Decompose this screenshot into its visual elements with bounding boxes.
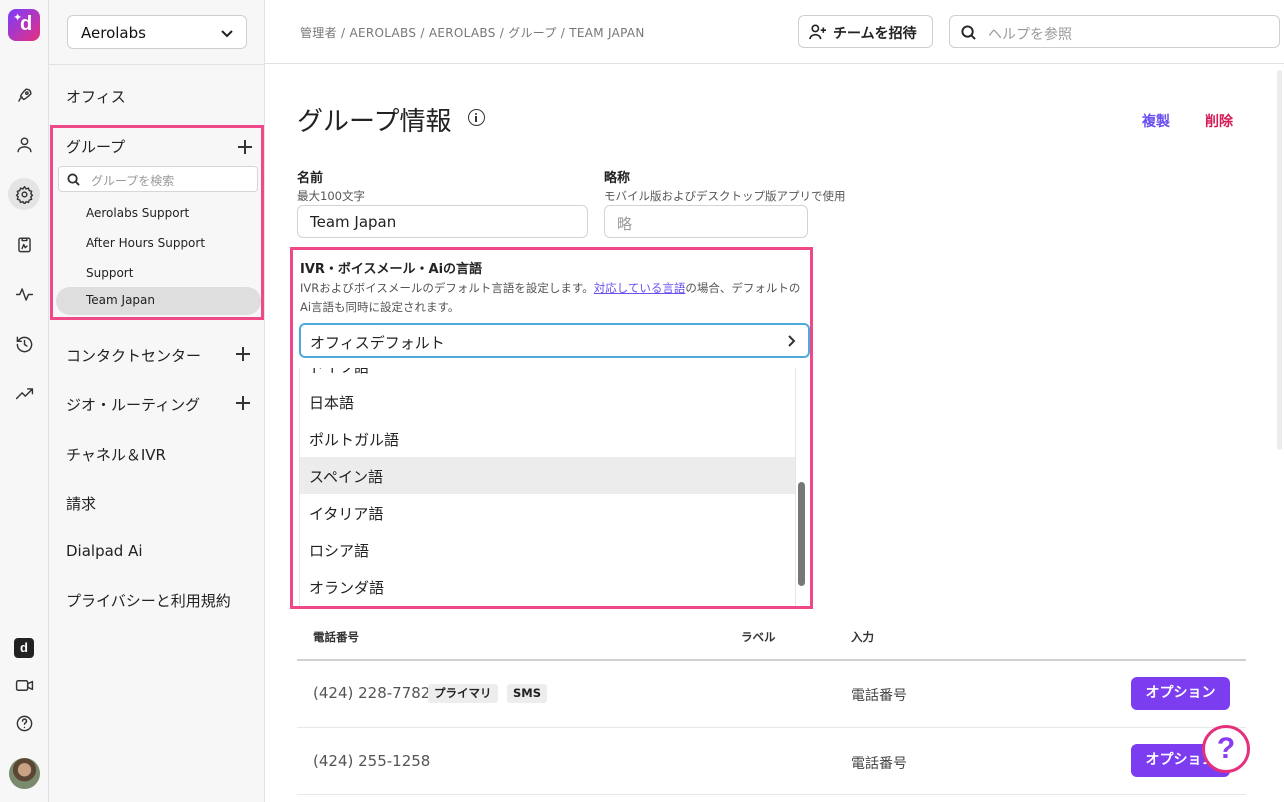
primary-badge: プライマリ [428, 684, 498, 703]
dropdown-scrollbar[interactable] [798, 482, 805, 586]
name-field[interactable]: Team Japan [297, 205, 588, 238]
group-item[interactable]: Aerolabs Support [86, 206, 189, 220]
help-icon[interactable] [8, 707, 40, 739]
language-option-highlighted[interactable]: スペイン語 [300, 457, 795, 494]
gear-icon[interactable] [8, 178, 40, 210]
language-option[interactable]: ポルトガル語 [300, 420, 795, 457]
group-search-placeholder: グループを検索 [91, 174, 175, 188]
table-divider [297, 659, 1246, 661]
language-option[interactable]: ロシア語 [300, 531, 795, 568]
search-icon [67, 173, 80, 186]
history-icon[interactable] [8, 328, 40, 360]
abbr-hint: モバイル版およびデスクトップ版アプリで使用 [604, 189, 846, 203]
name-label: 名前 [297, 171, 324, 186]
rocket-icon[interactable] [8, 79, 40, 111]
user-icon[interactable] [8, 128, 40, 160]
search-icon [961, 25, 976, 40]
page-scrollbar[interactable] [1277, 70, 1282, 450]
language-option[interactable]: イタリア語 [300, 494, 795, 531]
page-title: グループ情報 [297, 107, 452, 137]
language-option-label: スペイン語 [309, 468, 383, 486]
language-desc-text: IVRおよびボイスメールのデフォルト言語を設定します。 [300, 281, 594, 295]
language-description: IVRおよびボイスメールのデフォルト言語を設定します。対応している言語の場合、デ… [300, 279, 810, 317]
sidebar-item-office[interactable]: オフィス [66, 86, 126, 107]
abbr-field[interactable]: 略 [604, 205, 808, 238]
table-header-input: 入力 [851, 630, 874, 644]
duplicate-button[interactable]: 複製 [1142, 111, 1170, 131]
invite-team-button[interactable]: チームを招待 [798, 15, 933, 48]
language-label: IVR・ボイスメール・Aiの言語 [300, 262, 483, 277]
group-item-selected[interactable]: Team Japan [56, 287, 261, 315]
language-option-label: ロシア語 [309, 542, 370, 560]
top-bar: 管理者 / AEROLABS / AEROLABS / グループ / TEAM … [265, 0, 1284, 64]
help-search-input[interactable]: ヘルプを参照 [949, 15, 1280, 48]
dialpad-app-icon[interactable]: d [14, 638, 34, 658]
avatar[interactable] [9, 758, 40, 789]
add-contact-center-plus-icon[interactable] [235, 346, 251, 362]
name-hint: 最大100文字 [297, 189, 365, 203]
chevron-right-icon [788, 335, 796, 347]
language-section: IVR・ボイスメール・Aiの言語 IVRおよびボイスメールのデフォルト言語を設定… [290, 247, 813, 609]
sidebar-item-geo-routing[interactable]: ジオ・ルーティング [66, 394, 200, 415]
abbr-label: 略称 [604, 171, 631, 186]
sidebar-item-privacy[interactable]: プライバシーと利用規約 [66, 590, 231, 611]
group-item[interactable]: After Hours Support [86, 236, 205, 250]
language-option-partial[interactable]: ドイツ語 [309, 368, 369, 377]
dialpad-logo[interactable]: ✦ d [8, 9, 40, 41]
sidebar-item-groups[interactable]: グループ [66, 136, 125, 157]
chevron-down-icon [221, 30, 233, 38]
icon-rail: ✦ d d [0, 0, 49, 802]
sidebar-item-contact-center[interactable]: コンタクトセンター [66, 345, 201, 366]
main-content: グループ情報 複製 削除 名前 最大100文字 Team Japan 略称 モバ… [265, 65, 1284, 802]
delete-button[interactable]: 削除 [1205, 111, 1233, 131]
activity-icon[interactable] [8, 278, 40, 310]
abbr-placeholder: 略 [617, 215, 633, 233]
input-type: 電話番号 [851, 756, 907, 772]
name-value: Team Japan [310, 213, 397, 231]
language-option-label: オランダ語 [309, 579, 385, 597]
phone-number: (424) 255-1258 [313, 752, 431, 770]
settings-sidebar: Aerolabs オフィス グループ グループを検索 Aerolabs Supp… [49, 0, 265, 802]
table-header-phone: 電話番号 [313, 630, 359, 644]
breadcrumb: 管理者 / AEROLABS / AEROLABS / グループ / TEAM … [300, 26, 645, 40]
language-option-label: イタリア語 [309, 505, 384, 523]
sms-badge: SMS [507, 684, 548, 703]
table-divider [297, 727, 1246, 728]
table-header-label: ラベル [741, 630, 776, 644]
options-button[interactable]: オプション [1131, 677, 1230, 710]
group-search-input[interactable]: グループを検索 [58, 166, 258, 192]
trending-icon[interactable] [8, 378, 40, 410]
sidebar-item-billing[interactable]: 請求 [66, 493, 96, 514]
sidebar-item-dialpad-ai[interactable]: Dialpad Ai [66, 542, 143, 560]
language-option-label: ポルトガル語 [309, 431, 400, 449]
input-type: 電話番号 [851, 688, 907, 704]
language-option[interactable]: 日本語 [300, 383, 795, 420]
add-group-plus-icon[interactable] [237, 139, 253, 155]
sidebar-item-channels[interactable]: チャネル＆IVR [66, 444, 166, 465]
language-dropdown-list[interactable]: ドイツ語 日本語 ポルトガル語 スペイン語 イタリア語 ロシア語 オランダ語 [299, 368, 796, 606]
divider [49, 64, 265, 65]
supported-languages-link[interactable]: 対応している言語 [594, 281, 686, 295]
add-geo-routing-plus-icon[interactable] [235, 395, 251, 411]
language-select[interactable]: オフィスデフォルト [299, 323, 810, 358]
info-icon[interactable] [468, 109, 485, 126]
org-select[interactable]: Aerolabs [67, 15, 247, 49]
language-selected-value: オフィスデフォルト [310, 334, 445, 352]
language-option-label: 日本語 [309, 394, 355, 412]
groups-section: グループ グループを検索 Aerolabs Support After Hour… [50, 125, 264, 320]
help-fab-button[interactable]: ? [1202, 725, 1250, 773]
help-search-placeholder: ヘルプを参照 [988, 27, 1072, 43]
clipboard-icon[interactable] [8, 228, 40, 260]
logo-letter: d [20, 13, 33, 35]
app-window: ✦ d d Aerolabs オフィス グループ グループを検索 Aerolab… [0, 0, 1284, 802]
add-user-icon [809, 24, 826, 40]
phone-number: (424) 228-7782 [313, 684, 431, 702]
group-item[interactable]: Support [86, 266, 133, 280]
video-icon[interactable] [8, 669, 40, 701]
group-item-label: Team Japan [86, 293, 155, 307]
table-divider [297, 794, 1246, 795]
language-option[interactable]: オランダ語 [300, 568, 795, 605]
org-name: Aerolabs [81, 24, 146, 42]
invite-team-label: チームを招待 [833, 26, 917, 42]
